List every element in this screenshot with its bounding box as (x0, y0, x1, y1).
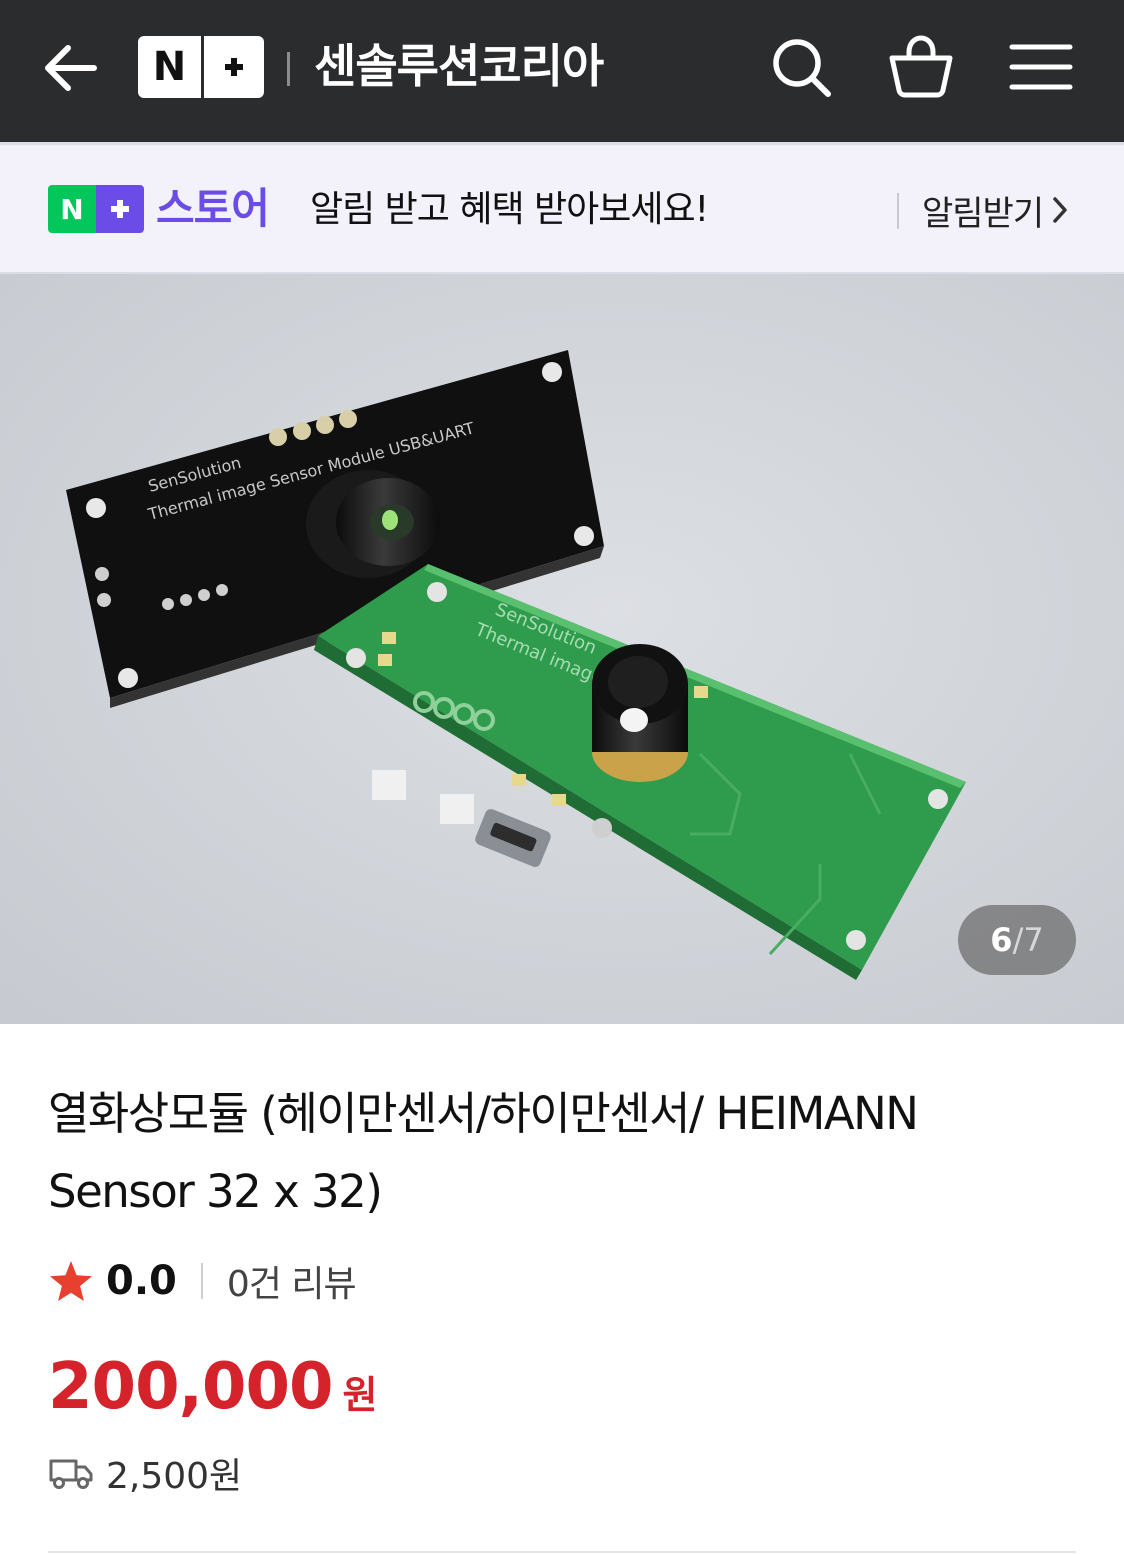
rating-divider (200, 1263, 203, 1299)
shipping-row: 2,500원 (48, 1448, 242, 1498)
search-icon (773, 39, 831, 97)
plus-store-label: 스토어 (156, 184, 270, 233)
cart-button[interactable] (886, 32, 956, 102)
price-row: 200,000 원 (48, 1350, 377, 1426)
naver-n-letter: N (152, 44, 187, 90)
price-value: 200,000 (48, 1350, 333, 1424)
delivery-truck-icon (49, 1459, 93, 1489)
image-counter-total: 7 (1023, 921, 1044, 959)
subscribe-alerts-label: 알림받기 (922, 193, 1044, 234)
image-counter-separator: / (1012, 921, 1024, 959)
notification-message: 알림 받고 혜택 받아보세요! (310, 189, 709, 230)
price-unit: 원 (342, 1373, 378, 1417)
naver-plus-logo[interactable]: N (138, 36, 264, 98)
notification-banner: N 스토어 알림 받고 혜택 받아보세요! 알림받기 (0, 142, 1124, 274)
product-photo: SenSolution Thermal image Sensor Module … (0, 274, 1124, 1024)
star-icon (50, 1261, 92, 1301)
plus-icon (204, 36, 264, 98)
product-title: 열화상모듈 (헤이만센서/하이만센서/ HEIMANN Sensor 32 x … (48, 1087, 919, 1218)
search-button[interactable] (766, 32, 836, 102)
rating-row: 0.0 0건 리뷰 (48, 1255, 357, 1307)
notification-divider (897, 193, 899, 229)
plus-icon (96, 185, 144, 233)
naver-plus-store-badge: N (48, 185, 144, 233)
image-counter: 6 / 7 (958, 905, 1076, 975)
back-button[interactable] (38, 36, 102, 100)
subscribe-alerts-link[interactable]: 알림받기 (922, 185, 1069, 235)
back-arrow-icon (45, 45, 97, 91)
hamburger-menu-icon (1009, 44, 1073, 90)
review-count-link[interactable]: 0건 리뷰 (227, 1255, 357, 1307)
shopping-bag-icon (889, 35, 953, 98)
product-image-gallery[interactable]: SenSolution Thermal image Sensor Module … (0, 274, 1124, 1024)
menu-button[interactable] (1006, 32, 1076, 102)
chevron-right-icon (1053, 197, 1067, 223)
top-header: N 센솔루션코리아 (0, 0, 1124, 142)
store-name[interactable]: 센솔루션코리아 (314, 34, 604, 98)
image-counter-current: 6 (990, 921, 1013, 959)
section-divider (48, 1551, 1076, 1553)
shipping-fee: 2,500원 (106, 1456, 243, 1497)
header-divider (287, 52, 290, 86)
rating-value: 0.0 (106, 1258, 177, 1304)
